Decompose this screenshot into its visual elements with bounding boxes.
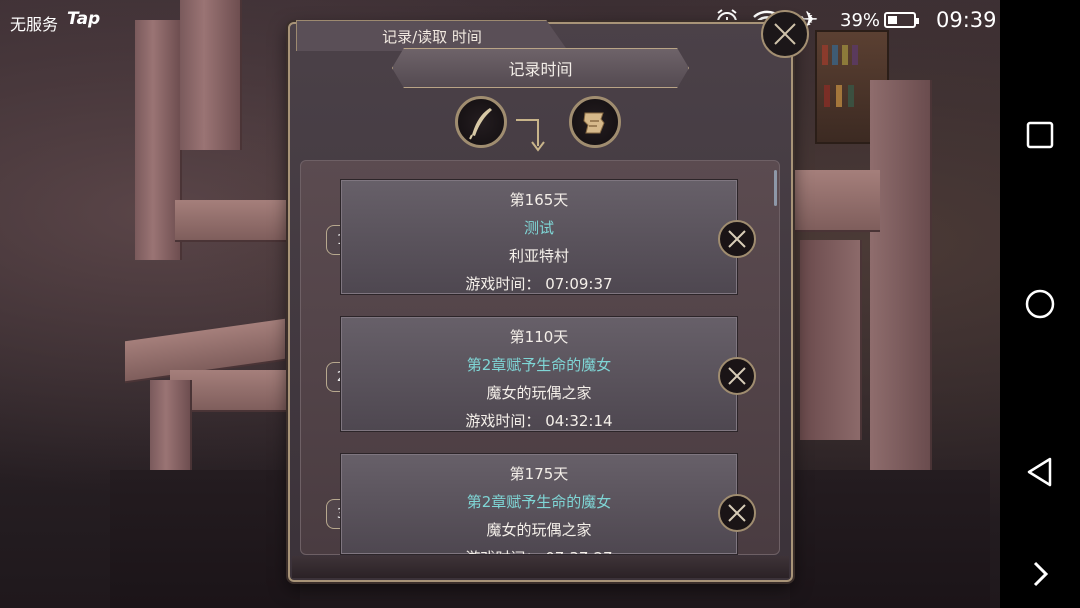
scrollbar-thumb[interactable] xyxy=(774,170,777,206)
battery-percent: 39% xyxy=(840,10,881,31)
delete-slot-1-button[interactable] xyxy=(718,220,756,258)
book xyxy=(836,85,842,107)
delete-slot-3-button[interactable] xyxy=(718,494,756,532)
dark-floor-right xyxy=(790,470,990,608)
recent-apps-button[interactable] xyxy=(1024,119,1056,151)
home-icon xyxy=(1025,289,1055,319)
book xyxy=(852,45,858,65)
floor-right xyxy=(795,170,880,230)
battery-icon xyxy=(884,12,919,28)
delete-slot-2-button[interactable] xyxy=(718,357,756,395)
save-slot-3[interactable]: 第175天 第2章赋予生命的魔女 魔女的玩偶之家 游戏时间： 07:37:27 xyxy=(340,453,738,555)
close-icon xyxy=(728,504,746,522)
close-icon xyxy=(774,23,796,45)
slot-playtime: 游戏时间： 04:32:14 xyxy=(465,412,613,430)
dark-floor-left xyxy=(110,470,300,608)
wall-right xyxy=(870,80,932,470)
back-button[interactable] xyxy=(1024,456,1056,488)
floor-plank xyxy=(175,200,295,240)
navigation-bar xyxy=(1000,0,1080,608)
scroll-icon xyxy=(583,112,605,134)
dialog-tab-title: 记录/读取 时间 xyxy=(296,20,568,51)
save-mode-button[interactable] xyxy=(455,96,507,148)
slot-chapter: 测试 xyxy=(523,219,554,237)
slot-playtime: 游戏时间： 07:37:27 xyxy=(341,544,737,554)
close-icon xyxy=(728,367,746,385)
chevron-right-icon xyxy=(1033,561,1049,587)
slot-chapter: 第2章赋予生命的魔女 xyxy=(466,493,612,511)
wall-lower xyxy=(150,380,192,470)
slot-day: 第110天 xyxy=(509,328,569,346)
expand-nav-button[interactable] xyxy=(1024,558,1056,590)
app-tag: Tap xyxy=(67,9,101,29)
carrier-label: 无服务 xyxy=(10,15,59,34)
slot-playtime: 游戏时间： 07:09:37 xyxy=(465,275,613,293)
dialog-header: 记录时间 xyxy=(392,48,689,88)
arrow-icon xyxy=(516,119,545,152)
slot-day: 第175天 xyxy=(509,465,569,483)
wall-right-mid xyxy=(800,240,862,440)
clock: 09:39 xyxy=(936,8,997,32)
slot-location: 利亚特村 xyxy=(508,247,569,265)
slot-day: 第165天 xyxy=(509,191,569,209)
close-dialog-button[interactable] xyxy=(761,10,809,58)
close-icon xyxy=(728,230,746,248)
load-mode-button[interactable] xyxy=(569,96,621,148)
slot-chapter: 第2章赋予生命的魔女 xyxy=(466,356,612,374)
dialog-footer xyxy=(292,556,789,578)
save-slot-1[interactable]: 第165天 测试 利亚特村 游戏时间： 07:09:37 xyxy=(340,179,738,295)
slot-location: 魔女的玩偶之家 xyxy=(486,521,592,539)
quill-icon xyxy=(469,108,492,140)
recent-apps-icon xyxy=(1026,121,1054,149)
book xyxy=(822,45,828,65)
back-icon xyxy=(1027,457,1052,487)
home-button[interactable] xyxy=(1024,288,1056,320)
slot-location: 魔女的玩偶之家 xyxy=(486,384,592,402)
save-slot-2[interactable]: 第110天 第2章赋予生命的魔女 魔女的玩偶之家 游戏时间： 04:32:14 xyxy=(340,316,738,432)
book xyxy=(832,45,838,65)
book xyxy=(824,85,830,107)
battery-fill xyxy=(888,16,897,24)
book xyxy=(848,85,854,107)
book xyxy=(842,45,848,65)
